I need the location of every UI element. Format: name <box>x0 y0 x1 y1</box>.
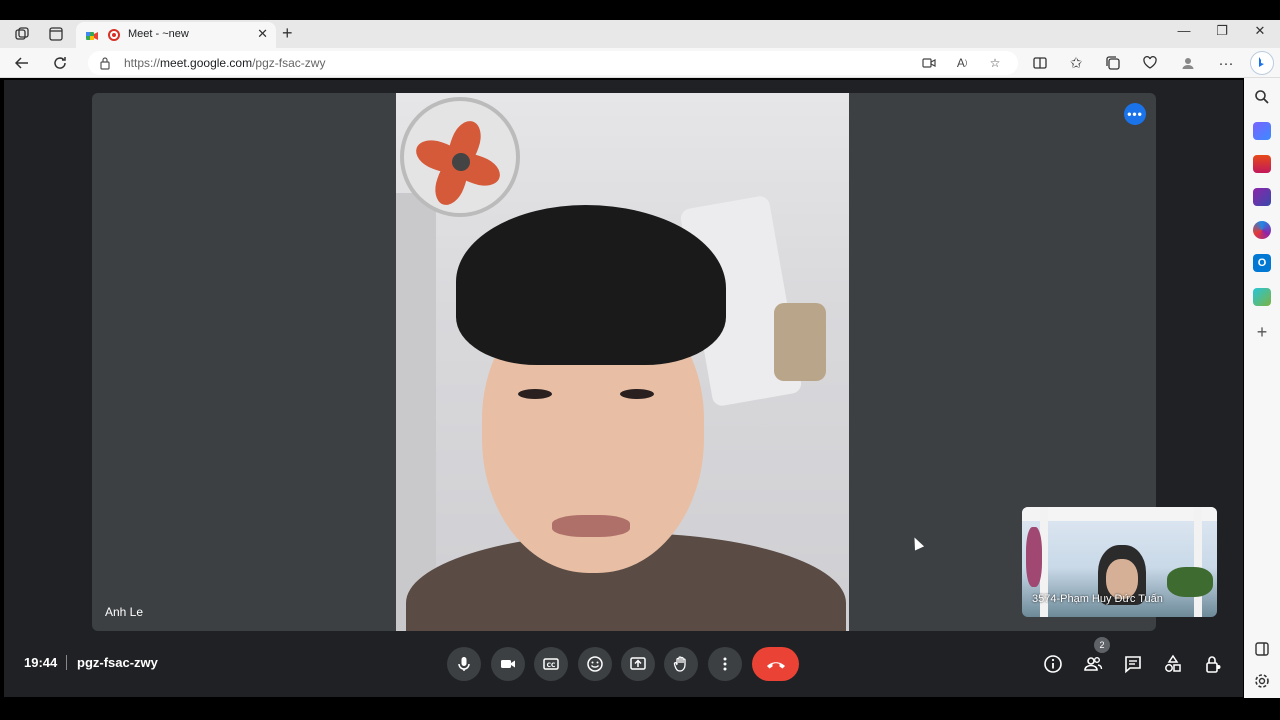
recording-icon <box>108 29 120 41</box>
people-count-badge: 2 <box>1094 637 1110 653</box>
sidebar-settings-gear-icon[interactable] <box>1253 672 1271 690</box>
bing-copilot-icon[interactable] <box>1250 51 1274 75</box>
browser-essentials-icon[interactable] <box>1140 53 1160 73</box>
restore-icon[interactable]: ❐ <box>1212 23 1232 39</box>
url-path: /pgz-fsac-zwy <box>252 56 326 70</box>
favorite-star-icon[interactable]: ☆ <box>986 54 1004 72</box>
svg-text:CC: CC <box>547 662 556 669</box>
activities-shapes-icon <box>1165 654 1181 672</box>
self-participant-name: 3574-Phạm Huy Đức Tuấn <box>1032 593 1163 605</box>
tab-title: Meet - ~new <box>128 28 189 40</box>
sidebar-add-icon[interactable]: + <box>1253 323 1271 341</box>
workspaces-icon[interactable] <box>12 24 32 44</box>
tab-close-icon[interactable]: ✕ <box>257 26 268 42</box>
people-button[interactable] <box>1082 653 1104 675</box>
camera-button[interactable] <box>491 647 525 681</box>
address-bar[interactable]: https://meet.google.com/pgz-fsac-zwy A) … <box>88 51 1018 75</box>
camera-in-use-icon[interactable] <box>920 54 938 72</box>
sidebar-tools-icon[interactable] <box>1253 155 1271 173</box>
tile-more-options-icon[interactable]: ••• <box>1124 103 1146 125</box>
info-icon <box>1044 655 1062 673</box>
favorites-icon[interactable]: ✩ <box>1066 53 1086 73</box>
sidebar-games-icon[interactable] <box>1253 188 1271 206</box>
vertical-dots-icon <box>723 657 727 671</box>
divider <box>66 655 67 670</box>
screen: Meet - ~new ✕ + — ❐ ✕ https://meet.googl… <box>0 0 1280 720</box>
more-options-button[interactable] <box>708 647 742 681</box>
google-meet-icon <box>86 29 98 41</box>
lock-icon[interactable] <box>98 56 112 70</box>
participant-video <box>396 93 849 631</box>
sidebar-drop-icon[interactable] <box>1253 288 1271 306</box>
main-participant-name: Anh Le <box>105 605 144 619</box>
meeting-code: pgz-fsac-zwy <box>77 655 158 670</box>
present-icon <box>630 657 646 670</box>
camera-icon <box>501 660 515 668</box>
new-tab-icon[interactable]: + <box>282 23 293 43</box>
microphone-button[interactable] <box>447 647 481 681</box>
lock-person-icon <box>1206 656 1221 673</box>
tab-meet[interactable]: Meet - ~new ✕ <box>76 22 276 48</box>
hang-up-icon <box>766 662 785 669</box>
present-screen-button[interactable] <box>621 647 655 681</box>
meeting-time: 19:44 <box>24 655 58 670</box>
captions-button[interactable]: CC <box>534 647 568 681</box>
tab-actions-icon[interactable] <box>46 24 66 44</box>
read-aloud-icon[interactable]: A) <box>953 54 971 72</box>
sidebar-microsoft365-icon[interactable] <box>1253 221 1271 239</box>
settings-more-icon[interactable]: ··· <box>1216 53 1236 73</box>
microphone-icon <box>458 657 470 671</box>
main-video-tile[interactable]: Anh Le ••• <box>92 93 1156 631</box>
close-window-icon[interactable]: ✕ <box>1250 23 1270 39</box>
sidebar-shopping-icon[interactable] <box>1253 122 1271 140</box>
leave-call-button[interactable] <box>752 647 799 681</box>
host-controls-button[interactable] <box>1202 653 1224 675</box>
fan-in-background <box>400 97 520 217</box>
split-screen-icon[interactable] <box>1030 53 1050 73</box>
refresh-icon[interactable] <box>50 53 70 73</box>
sidebar-hide-icon[interactable] <box>1253 640 1271 658</box>
profile-icon[interactable] <box>1178 53 1198 73</box>
hand-icon <box>673 656 686 672</box>
edge-sidebar: O + <box>1244 78 1280 698</box>
meet-app: Anh Le ••• 3574-Phạm Huy Đức Tuấn 19:44 … <box>4 80 1243 697</box>
sidebar-outlook-icon[interactable]: O <box>1253 254 1271 272</box>
back-icon[interactable] <box>12 53 32 73</box>
captions-icon: CC <box>543 658 559 670</box>
people-icon <box>1084 657 1103 671</box>
reactions-button[interactable] <box>578 647 612 681</box>
chat-button[interactable] <box>1122 653 1144 675</box>
activities-button[interactable] <box>1162 653 1184 675</box>
raise-hand-button[interactable] <box>664 647 698 681</box>
emoji-icon <box>587 656 603 672</box>
url-scheme: https:// <box>124 56 161 70</box>
collections-icon[interactable] <box>1103 53 1123 73</box>
self-view-tile[interactable]: 3574-Phạm Huy Đức Tuấn <box>1022 507 1217 617</box>
url-text: https://meet.google.com/pgz-fsac-zwy <box>124 56 325 70</box>
meeting-details-button[interactable] <box>1042 653 1064 675</box>
chat-icon <box>1125 656 1141 674</box>
sidebar-search-icon[interactable] <box>1253 88 1271 106</box>
browser-toolbar: https://meet.google.com/pgz-fsac-zwy A) … <box>0 48 1280 78</box>
minimize-icon[interactable]: — <box>1174 23 1194 38</box>
url-host: meet.google.com <box>160 56 253 70</box>
